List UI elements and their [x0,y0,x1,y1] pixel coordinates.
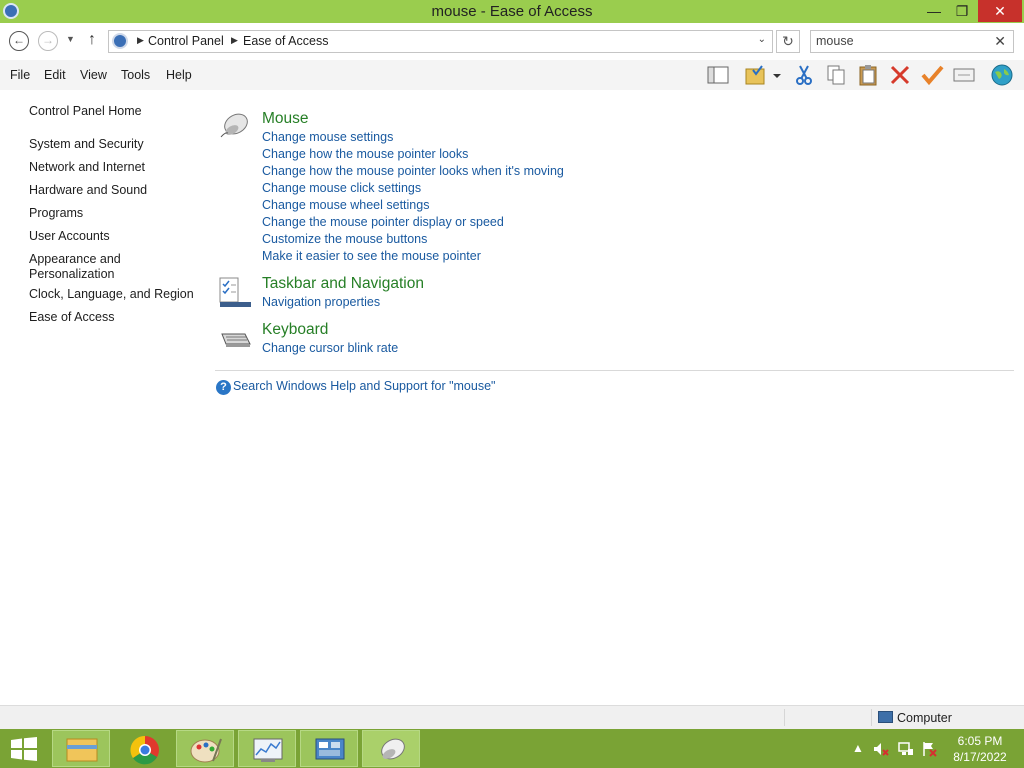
taskbar-control-panel-button[interactable] [300,730,358,767]
status-bar: Computer [0,705,1024,729]
group-title-keyboard[interactable]: Keyboard [262,321,328,339]
taskbar-clock[interactable]: 6:05 PM 8/17/2022 [940,733,1020,765]
volume-muted-icon[interactable] [873,741,889,757]
cut-icon[interactable] [792,64,816,86]
mouse-icon[interactable] [219,110,251,140]
restore-button[interactable]: ❐ [948,0,976,22]
checkmark-icon[interactable] [920,64,944,86]
clock-date: 8/17/2022 [953,750,1007,764]
sidebar-item-programs[interactable]: Programs [29,206,199,221]
link-navigation-properties[interactable]: Navigation properties [262,295,380,309]
network-icon[interactable] [898,741,914,757]
divider [215,370,1014,371]
sidebar-item-user-accounts[interactable]: User Accounts [29,229,199,244]
address-row: ← → ▼ ↑ ▶ Control Panel ▶ Ease of Access… [0,23,1024,60]
close-button[interactable]: ✕ [978,0,1022,22]
sidebar-item-system-and-security[interactable]: System and Security [29,137,199,152]
link-wheel-settings[interactable]: Change mouse wheel settings [262,198,429,212]
group-title-taskbar-and-navigation[interactable]: Taskbar and Navigation [262,275,424,293]
menu-bar: File Edit View Tools Help [0,60,1024,90]
clear-search-icon[interactable]: ✕ [994,33,1006,50]
file-explorer-icon [66,738,98,762]
breadcrumb-ease-of-access[interactable]: Ease of Access [243,34,328,48]
status-location: Computer [897,711,952,725]
taskbar-resource-monitor-button[interactable] [238,730,296,767]
search-input[interactable] [816,34,986,48]
layout-icon[interactable] [706,64,730,86]
address-bar[interactable]: ▶ Control Panel ▶ Ease of Access ⌄ [108,30,773,53]
taskbar-chrome-button[interactable] [114,730,172,767]
chevron-down-icon[interactable] [770,64,784,86]
breadcrumb-control-panel[interactable]: Control Panel [148,34,224,48]
paint-icon [190,738,222,763]
link-pointer-display-speed[interactable]: Change the mouse pointer display or spee… [262,215,504,229]
menu-edit[interactable]: Edit [44,68,66,82]
chevron-right-icon[interactable]: ▶ [137,35,144,46]
back-button[interactable]: ← [9,31,29,51]
taskbar-icon[interactable] [219,276,251,308]
keyboard-icon[interactable] [219,328,251,350]
folder-options-icon[interactable] [744,64,768,86]
globe-icon[interactable] [990,64,1014,86]
recent-locations-chevron-icon[interactable]: ▼ [66,34,75,44]
taskbar-file-explorer-button[interactable] [52,730,110,767]
link-customize-buttons[interactable]: Customize the mouse buttons [262,232,427,246]
mouse-icon [381,738,405,760]
link-change-mouse-settings[interactable]: Change mouse settings [262,130,393,144]
status-divider [871,709,872,726]
sidebar-item-control-panel-home[interactable]: Control Panel Home [29,104,199,119]
address-dropdown-icon[interactable]: ⌄ [758,34,766,45]
sidebar-item-appearance-and-personalization[interactable]: Appearance and Personalization [29,252,129,282]
show-hidden-icons-icon[interactable]: ▲ [852,741,864,755]
forward-button[interactable]: → [38,31,58,51]
control-panel-icon [112,33,128,49]
group-title-mouse[interactable]: Mouse [262,110,309,128]
link-pointer-looks[interactable]: Change how the mouse pointer looks [262,147,468,161]
computer-icon [878,711,893,723]
link-cursor-blink-rate[interactable]: Change cursor blink rate [262,341,398,355]
delete-icon[interactable] [888,64,912,86]
menu-help[interactable]: Help [166,68,192,82]
menu-tools[interactable]: Tools [121,68,150,82]
control-panel-icon [315,738,345,760]
title-bar: mouse - Ease of Access — ❐ ✕ [0,0,1024,23]
search-box[interactable]: ✕ [810,30,1014,53]
link-pointer-looks-moving[interactable]: Change how the mouse pointer looks when … [262,164,564,178]
sidebar-item-network-and-internet[interactable]: Network and Internet [29,160,199,175]
chrome-icon [130,735,159,765]
window-title: mouse - Ease of Access [431,3,593,20]
resource-monitor-icon [253,738,283,762]
copy-icon[interactable] [824,64,848,86]
sidebar-item-hardware-and-sound[interactable]: Hardware and Sound [29,183,199,198]
menu-file[interactable]: File [10,68,30,82]
up-arrow-icon[interactable]: ↑ [88,31,96,49]
clock-time: 6:05 PM [957,734,1003,748]
minimize-button[interactable]: — [920,0,948,22]
help-search-link[interactable]: Search Windows Help and Support for "mou… [233,379,495,393]
refresh-button[interactable]: ↻ [776,30,800,53]
chevron-right-icon[interactable]: ▶ [231,35,238,46]
taskbar-paint-button[interactable] [176,730,234,767]
sidebar-item-ease-of-access[interactable]: Ease of Access [29,310,199,325]
properties-icon[interactable] [952,64,976,86]
taskbar: ▲ 6:05 PM 8/17/2022 [0,729,1024,768]
link-click-settings[interactable]: Change mouse click settings [262,181,421,195]
status-divider [784,709,785,726]
menu-view[interactable]: View [80,68,107,82]
taskbar-mouse-settings-button[interactable] [362,730,420,767]
paste-icon[interactable] [856,64,880,86]
action-center-icon[interactable] [921,741,937,757]
sidebar-item-clock-language-region[interactable]: Clock, Language, and Region [29,287,199,302]
link-easier-see-pointer[interactable]: Make it easier to see the mouse pointer [262,249,481,263]
help-icon[interactable]: ? [216,380,231,395]
windows-start-icon[interactable] [10,737,38,761]
